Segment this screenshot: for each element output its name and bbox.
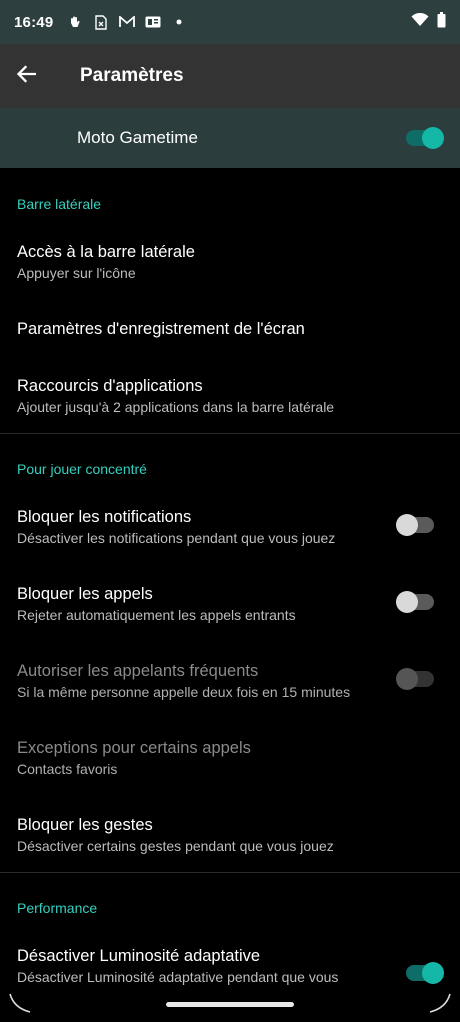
setting-subtitle: Contacts favoris — [17, 761, 118, 777]
setting-title: Paramètres d'enregistrement de l'écran — [17, 320, 305, 338]
home-gesture-handle[interactable] — [166, 1002, 294, 1007]
system-icons — [411, 11, 446, 33]
setting-block-gestures[interactable]: Bloquer les gestes Désactiver certains g… — [17, 815, 397, 855]
news-icon — [145, 14, 161, 30]
setting-title: Exceptions pour certains appels — [17, 739, 251, 757]
toggle-knob — [396, 591, 418, 613]
divider — [0, 433, 460, 434]
app-bar: Paramètres — [0, 44, 460, 108]
navigation-bar — [0, 988, 460, 1022]
status-time: 16:49 — [14, 13, 54, 31]
setting-frequent-callers[interactable]: Autoriser les appelants fréquents Si la … — [17, 661, 397, 701]
hand-icon — [67, 14, 83, 30]
setting-subtitle: Rejeter automatiquement les appels entra… — [17, 607, 296, 623]
toggle-frequent-callers[interactable] — [396, 668, 434, 690]
setting-title: Bloquer les appels — [17, 585, 153, 603]
master-switch-row[interactable]: Moto Gametime — [0, 108, 460, 168]
setting-title: Raccourcis d'applications — [17, 377, 203, 395]
corner-right-icon — [428, 990, 452, 1014]
toggle-block-calls[interactable] — [396, 591, 434, 613]
setting-call-exceptions[interactable]: Exceptions pour certains appels Contacts… — [17, 738, 397, 778]
toggle-knob — [396, 668, 418, 690]
setting-block-calls[interactable]: Bloquer les appels Rejeter automatiqueme… — [17, 584, 397, 624]
setting-title: Bloquer les notifications — [17, 508, 192, 526]
dot-icon — [171, 14, 187, 30]
toggle-knob — [422, 127, 444, 149]
gmail-icon — [119, 14, 136, 30]
setting-title: Accès à la barre latérale — [17, 243, 195, 261]
notification-icons — [67, 14, 187, 30]
section-header-focus: Pour jouer concentré — [17, 461, 147, 477]
divider — [0, 872, 460, 873]
setting-subtitle: Désactiver certains gestes pendant que v… — [17, 838, 334, 854]
master-toggle[interactable] — [406, 127, 444, 149]
back-button[interactable] — [0, 44, 52, 108]
wifi-icon — [411, 12, 429, 32]
setting-subtitle: Appuyer sur l'icône — [17, 265, 136, 281]
status-bar: 16:49 — [0, 0, 460, 44]
toggle-block-notifications[interactable] — [396, 514, 434, 536]
section-header-performance: Performance — [17, 900, 98, 916]
setting-subtitle: Si la même personne appelle deux fois en… — [17, 684, 351, 700]
setting-subtitle: Désactiver les notifications pendant que… — [17, 530, 336, 546]
setting-subtitle: Ajouter jusqu'à 2 applications dans la b… — [17, 399, 335, 415]
battery-icon — [437, 11, 446, 33]
setting-block-notifications[interactable]: Bloquer les notifications Désactiver les… — [17, 507, 397, 547]
sim-icon — [93, 14, 109, 30]
page-title: Paramètres — [80, 65, 184, 86]
toggle-knob — [422, 962, 444, 984]
arrow-back-icon — [16, 64, 37, 88]
section-header-sidebar: Barre latérale — [17, 196, 102, 212]
setting-sidebar-access[interactable]: Accès à la barre latérale Appuyer sur l'… — [17, 242, 397, 282]
toggle-knob — [396, 514, 418, 536]
setting-title: Autoriser les appelants fréquents — [17, 662, 259, 680]
setting-title: Désactiver Luminosité adaptative — [17, 947, 261, 965]
master-switch-label: Moto Gametime — [77, 128, 198, 147]
setting-screen-recording[interactable]: Paramètres d'enregistrement de l'écran — [17, 319, 397, 339]
corner-left-icon — [8, 990, 32, 1014]
setting-app-shortcuts[interactable]: Raccourcis d'applications Ajouter jusqu'… — [17, 376, 397, 416]
setting-title: Bloquer les gestes — [17, 816, 153, 834]
toggle-adaptive-brightness[interactable] — [406, 962, 444, 984]
